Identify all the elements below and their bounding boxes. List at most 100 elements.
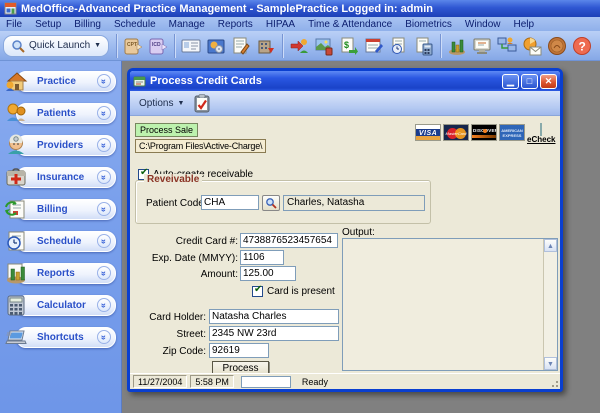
patient-id-card-icon[interactable] <box>179 33 203 59</box>
receivable-groupbox: Reveivable Patient Code Charles, Natasha <box>135 180 431 224</box>
process-credit-cards-dialog: Process Credit Cards ▁ □ ✕ Options ▼ <box>127 68 563 392</box>
sidebar-item-billing[interactable]: Billing » <box>0 198 121 222</box>
chevron-expand-icon[interactable]: » <box>97 106 111 120</box>
office-building-icon[interactable] <box>254 33 278 59</box>
reports-chart-icon[interactable] <box>445 33 469 59</box>
menu-reports[interactable]: Reports <box>218 19 253 30</box>
sidebar-item-practice[interactable]: Practice » <box>0 70 121 94</box>
chevron-down-icon: ▼ <box>94 42 101 49</box>
discover-orange-dot <box>483 129 487 133</box>
exp-date-label: Exp. Date (MMYY): <box>138 253 238 264</box>
echeck-text: eCheck <box>527 135 555 144</box>
discover-stripe <box>472 135 496 138</box>
output-textarea[interactable]: ▲ ▼ <box>342 238 558 371</box>
patients-people-icon <box>4 101 29 126</box>
calendar-pencil-icon[interactable] <box>362 33 386 59</box>
sidebar-item-schedule[interactable]: Schedule » <box>0 230 121 254</box>
output-scrollbar[interactable]: ▲ ▼ <box>543 239 557 370</box>
penny-collections-icon[interactable] <box>545 33 569 59</box>
output-label: Output: <box>342 227 375 238</box>
chevron-expand-icon[interactable]: » <box>97 170 111 184</box>
maximize-button[interactable]: □ <box>521 74 538 89</box>
svg-text:CPT: CPT <box>127 42 137 48</box>
menu-setup[interactable]: Setup <box>35 19 61 30</box>
document-calculator-icon[interactable] <box>412 33 436 59</box>
card-holder-input[interactable] <box>209 309 339 324</box>
sidebar-item-label: Patients <box>37 108 76 119</box>
sidebar-item-reports[interactable]: Reports » <box>0 262 121 286</box>
menu-biometrics[interactable]: Biometrics <box>405 19 452 30</box>
minimize-button[interactable]: ▁ <box>502 74 519 89</box>
cpt-codes-icon[interactable]: CPT <box>121 33 145 59</box>
process-sale-badge: Process Sale <box>135 123 198 137</box>
quick-launch-button[interactable]: Quick Launch ▼ <box>3 35 109 57</box>
patient-cd-icon[interactable] <box>204 33 228 59</box>
menu-time-attendance[interactable]: Time & Attendance <box>308 19 392 30</box>
credit-card-input[interactable] <box>240 233 338 248</box>
amount-label: Amount: <box>138 269 238 280</box>
patient-code-label: Patient Code <box>146 198 201 209</box>
card-holder-label: Card Holder: <box>130 312 206 323</box>
status-date: 11/27/2004 <box>133 375 187 388</box>
sidebar-item-label: Providers <box>37 140 83 151</box>
chevron-expand-icon[interactable]: » <box>97 202 111 216</box>
menu-file[interactable]: File <box>6 19 22 30</box>
chevron-expand-icon[interactable]: » <box>97 234 111 248</box>
echeck-check-image <box>540 123 542 136</box>
navigation-sidebar: Practice » Patients » Providers » Insura… <box>0 61 122 413</box>
exp-date-input[interactable] <box>240 250 284 265</box>
toolbar-separator <box>174 34 175 58</box>
image-manager-icon[interactable] <box>312 33 336 59</box>
sidebar-item-providers[interactable]: Providers » <box>0 134 121 158</box>
menu-manage[interactable]: Manage <box>169 19 205 30</box>
referral-person-icon[interactable] <box>287 33 311 59</box>
network-users-icon[interactable] <box>495 33 519 59</box>
scroll-down-icon[interactable]: ▼ <box>544 357 557 370</box>
menu-help[interactable]: Help <box>513 19 534 30</box>
provider-doctor-icon <box>4 133 29 158</box>
amex-text: AMERICAN EXPRESS <box>500 128 524 138</box>
app-title: MedOffice-Advanced Practice Management -… <box>21 3 433 15</box>
superbill-pencil-icon[interactable] <box>229 33 253 59</box>
sidebar-item-patients[interactable]: Patients » <box>0 102 121 126</box>
street-label: Street: <box>130 329 206 340</box>
chevron-expand-icon[interactable]: » <box>97 138 111 152</box>
sidebar-item-calculator[interactable]: Calculator » <box>0 294 121 318</box>
chevron-expand-icon[interactable]: » <box>97 266 111 280</box>
menu-window[interactable]: Window <box>465 19 501 30</box>
svg-text:ICD: ICD <box>152 42 161 48</box>
menu-billing[interactable]: Billing <box>74 19 101 30</box>
patient-code-input[interactable] <box>201 195 259 210</box>
sidebar-item-shortcuts[interactable]: Shortcuts » <box>0 326 121 350</box>
chevron-expand-icon[interactable]: » <box>97 74 111 88</box>
zip-code-label: Zip Code: <box>130 346 206 357</box>
resize-grip[interactable] <box>549 378 559 388</box>
amount-input[interactable] <box>240 266 296 281</box>
chevron-down-icon: ▼ <box>177 100 184 107</box>
dialog-titlebar[interactable]: Process Credit Cards ▁ □ ✕ <box>130 71 560 91</box>
sidebar-item-label: Schedule <box>37 236 81 247</box>
chevron-expand-icon[interactable]: » <box>97 298 111 312</box>
clipboard-check-icon[interactable] <box>193 94 211 113</box>
icd-codes-icon[interactable]: ICD <box>146 33 170 59</box>
chevron-expand-icon[interactable]: » <box>97 330 111 344</box>
menu-schedule[interactable]: Schedule <box>114 19 156 30</box>
patient-search-button[interactable] <box>262 195 280 211</box>
search-icon <box>11 39 25 53</box>
menu-hipaa[interactable]: HIPAA <box>266 19 295 30</box>
workstation-icon[interactable] <box>470 33 494 59</box>
status-progress-box <box>241 376 291 388</box>
sidebar-item-insurance[interactable]: Insurance » <box>0 166 121 190</box>
quick-launch-label: Quick Launch <box>29 40 90 51</box>
card-present-checkbox[interactable] <box>252 286 263 297</box>
help-icon[interactable]: ? <box>570 33 594 59</box>
payment-document-icon[interactable]: $ <box>337 33 361 59</box>
street-input[interactable] <box>209 326 339 341</box>
options-button[interactable]: Options ▼ <box>135 96 188 111</box>
zip-code-input[interactable] <box>209 343 269 358</box>
document-clock-icon[interactable] <box>387 33 411 59</box>
echeck-logo: eCheck <box>527 124 555 144</box>
close-button[interactable]: ✕ <box>540 74 557 89</box>
scroll-up-icon[interactable]: ▲ <box>544 239 557 252</box>
claims-pie-mail-icon[interactable] <box>520 33 544 59</box>
